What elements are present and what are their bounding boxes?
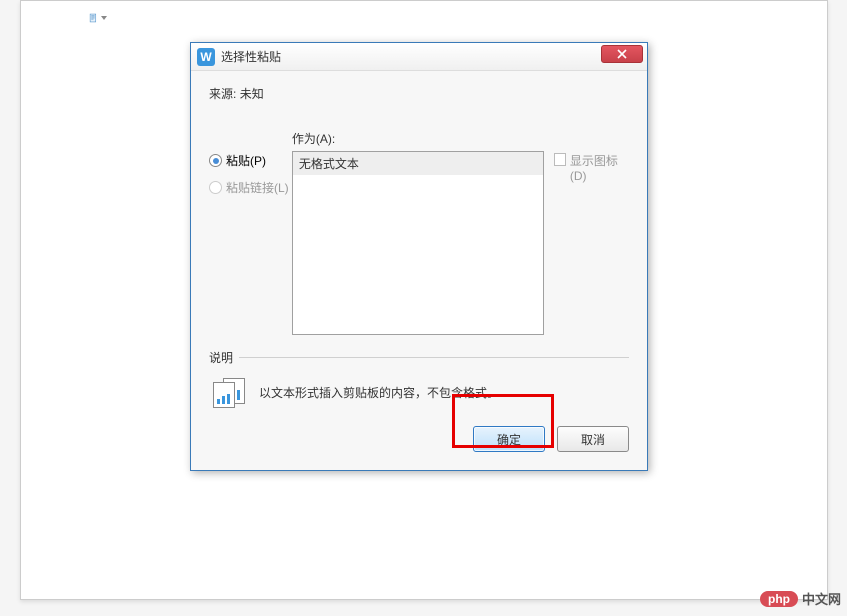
format-block: 作为(A): 无格式文本 (292, 130, 544, 335)
format-listbox[interactable]: 无格式文本 (292, 151, 544, 335)
button-row: 确定 取消 (209, 426, 629, 452)
source-value: 未知 (240, 87, 264, 101)
watermark-pill: php (760, 591, 798, 607)
chevron-down-icon (101, 16, 107, 20)
radio-group: 粘贴(P) 粘贴链接(L) (209, 130, 292, 335)
radio-indicator (209, 181, 222, 194)
radio-paste-link: 粘贴链接(L) (209, 179, 292, 196)
source-label: 来源: (209, 87, 236, 101)
dialog-titlebar[interactable]: W 选择性粘贴 (191, 43, 647, 71)
as-label: 作为(A): (292, 130, 544, 147)
description-text: 以文本形式插入剪贴板的内容，不包含格式。 (259, 384, 499, 401)
paste-format-icon (213, 378, 249, 406)
checkbox-box (554, 153, 566, 166)
description-header-text: 说明 (209, 349, 233, 366)
main-area: 粘贴(P) 粘贴链接(L) 作为(A): 无格式文本 显示图标(D) (209, 130, 629, 335)
document-icon (89, 10, 98, 26)
dialog-title: 选择性粘贴 (221, 48, 281, 65)
watermark: php 中文网 (760, 589, 841, 608)
list-item[interactable]: 无格式文本 (293, 152, 543, 175)
radio-paste-label: 粘贴(P) (226, 152, 266, 169)
watermark-text: 中文网 (802, 589, 841, 608)
close-button[interactable] (601, 45, 643, 63)
description-body: 以文本形式插入剪贴板的内容，不包含格式。 (209, 378, 629, 406)
show-icon-label: 显示图标(D) (570, 152, 629, 183)
dialog-body: 来源: 未知 粘贴(P) 粘贴链接(L) 作为(A): 无格式文本 (191, 71, 647, 470)
app-icon: W (197, 48, 215, 66)
doc-toolbar-icon[interactable] (89, 9, 107, 27)
radio-paste[interactable]: 粘贴(P) (209, 152, 292, 169)
description-section: 说明 以文本形式插入剪贴板的内容，不包含格式。 (209, 349, 629, 406)
close-icon (617, 49, 627, 59)
radio-indicator (209, 154, 222, 167)
description-header: 说明 (209, 349, 629, 366)
cancel-button[interactable]: 取消 (557, 426, 629, 452)
paste-special-dialog: W 选择性粘贴 来源: 未知 粘贴(P) 粘贴链接(L) (190, 42, 648, 471)
ok-button[interactable]: 确定 (473, 426, 545, 452)
radio-paste-link-label: 粘贴链接(L) (226, 179, 289, 196)
show-icon-checkbox: 显示图标(D) (544, 130, 629, 335)
source-line: 来源: 未知 (209, 85, 629, 102)
